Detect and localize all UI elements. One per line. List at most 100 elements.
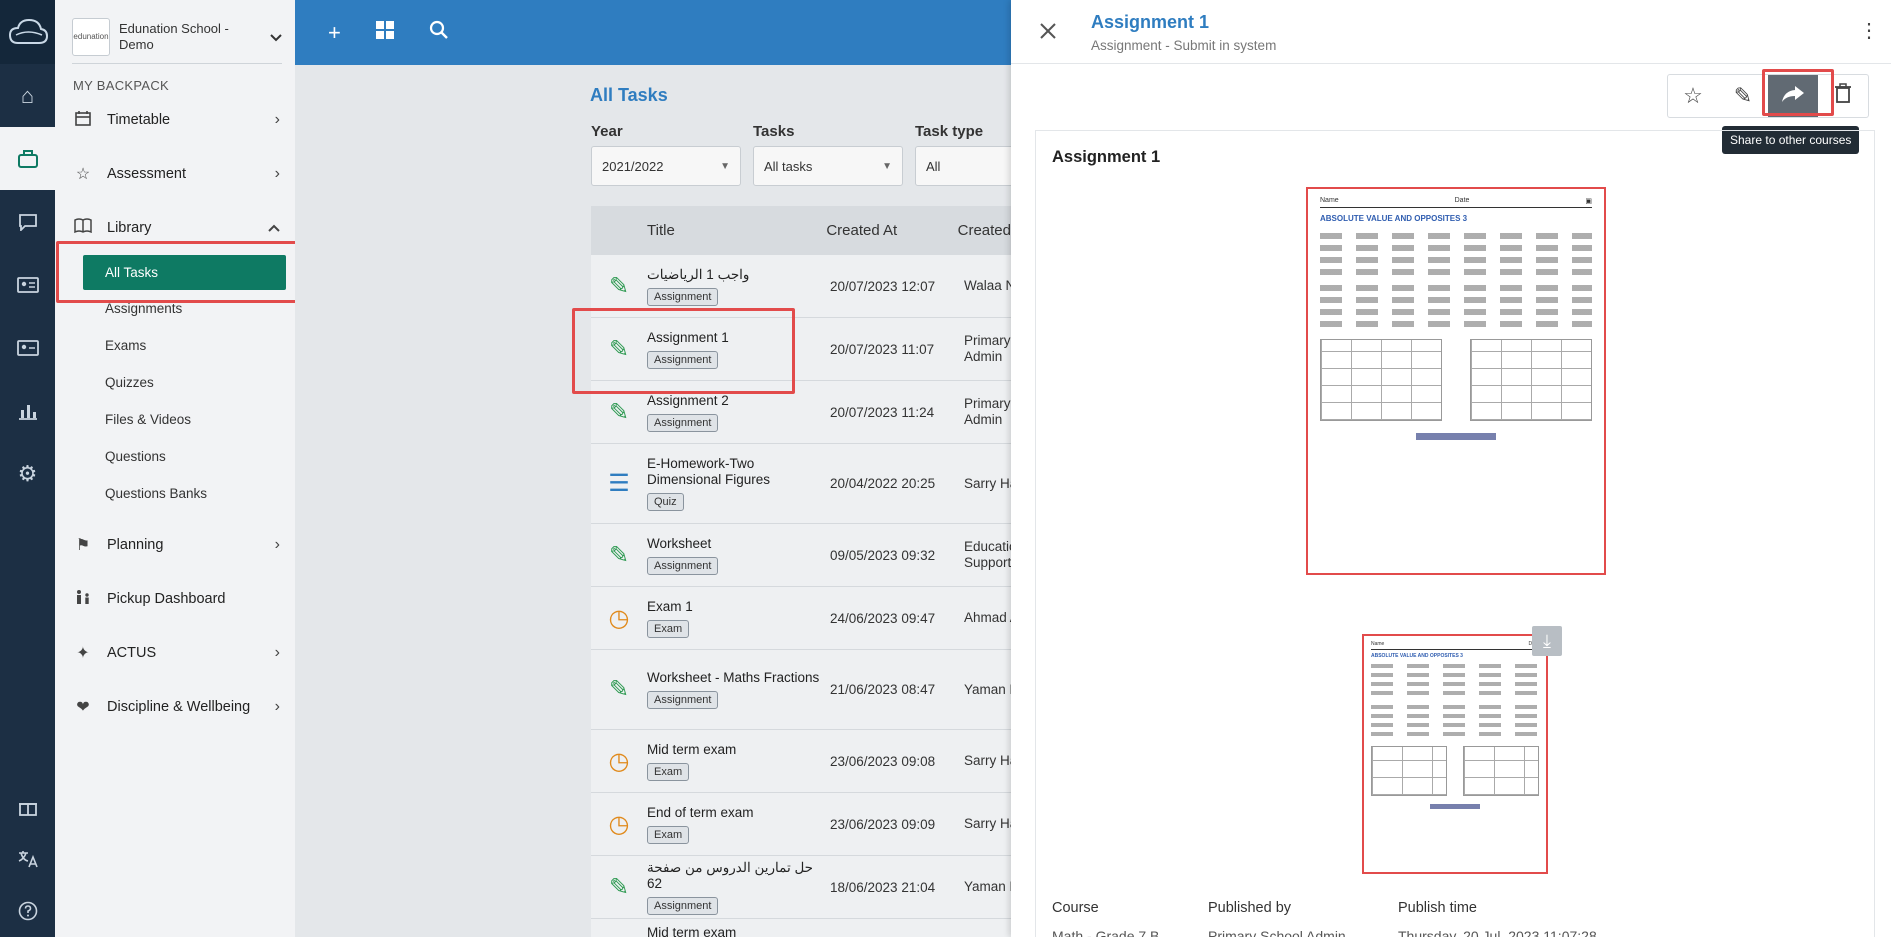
- briefcase-icon[interactable]: [0, 127, 55, 190]
- school-logo: edunation: [72, 17, 110, 56]
- task-creator: Ahmad A: [964, 610, 1011, 625]
- table-row[interactable]: ◷ End of term exam Exam 23/06/2023 09:09 …: [591, 793, 1011, 856]
- caret-down-icon: ▼: [720, 160, 730, 172]
- select-value: All: [926, 158, 941, 174]
- pencil-icon: ✎: [1733, 83, 1753, 108]
- sidebar-item-files-videos[interactable]: Files & Videos: [55, 401, 295, 438]
- task-type-badge: Assignment: [647, 350, 719, 369]
- table-row[interactable]: ✎ Worksheet - Maths Fractions Assignment …: [591, 650, 1011, 730]
- panel-toolbar: ☆ ✎: [1667, 74, 1869, 118]
- sidebar-item-all-tasks[interactable]: All Tasks: [83, 255, 286, 290]
- sidebar-item-assignments[interactable]: Assignments: [55, 290, 295, 327]
- task-date: 20/07/2023 11:07: [830, 341, 935, 357]
- chevron-up-icon: [268, 219, 280, 237]
- published-by-label: Published by: [1208, 900, 1292, 916]
- table-row[interactable]: ✎ Worksheet Assignment 09/05/2023 09:32 E…: [591, 524, 1011, 587]
- cloud-logo-icon[interactable]: [0, 0, 55, 64]
- sheet-date-label: Date: [1454, 197, 1470, 204]
- main-content: All Tasks Year 2021/2022 ▼ Tasks All tas…: [295, 65, 1015, 937]
- calendar-icon: [73, 110, 93, 131]
- worksheet-preview-large[interactable]: Name Date ▣ ABSOLUTE VALUE AND OPPOSITES…: [1306, 187, 1606, 575]
- sidebar-item-planning[interactable]: ⚑ Planning ›: [55, 518, 295, 572]
- sheet-tables: [1371, 746, 1539, 796]
- task-creator: Primary Admin: [964, 333, 1011, 364]
- table-row[interactable]: ◷ Mid term exam Exam 23/06/2023 09:08 Sar…: [591, 730, 1011, 793]
- sidebar-item-actus[interactable]: ✦ ACTUS ›: [55, 626, 295, 680]
- sheet-line: [1371, 664, 1539, 668]
- table-row[interactable]: ✎ Assignment 1 Assignment 20/07/2023 11:0…: [591, 318, 1011, 381]
- quiz-icon: ☰: [608, 470, 630, 497]
- task-date: 21/06/2023 08:47: [830, 682, 936, 697]
- school-switcher[interactable]: edunation Edunation School - Demo: [72, 10, 282, 64]
- task-type-badge: Assignment: [647, 413, 719, 432]
- table-row[interactable]: ✎ Assignment 2 Assignment 20/07/2023 11:2…: [591, 381, 1011, 444]
- table-row[interactable]: ✎ حل تمارين الدروس من صفحة 62 Assignment …: [591, 856, 1011, 919]
- sidebar-item-label: Library: [107, 220, 152, 236]
- table-row[interactable]: ◷ Exam 1 Exam 24/06/2023 09:47 Ahmad A: [591, 587, 1011, 650]
- task-creator: Sarry Ha: [964, 753, 1011, 768]
- table-row[interactable]: Mid term exam: [591, 919, 1011, 937]
- sheet-line: [1371, 682, 1539, 686]
- home-icon[interactable]: ⌂: [0, 64, 55, 127]
- task-creator: Sarry Ha: [964, 816, 1011, 831]
- sidebar-item-quizzes[interactable]: Quizzes: [55, 364, 295, 401]
- star-icon: ☆: [75, 166, 91, 183]
- contact-card-icon[interactable]: [0, 316, 55, 379]
- grid-icon[interactable]: [375, 20, 395, 46]
- table-row[interactable]: ☰ E-Homework-Two Dimensional Figures Quiz…: [591, 444, 1011, 524]
- translate-icon[interactable]: [0, 833, 55, 885]
- gift-icon[interactable]: [0, 781, 55, 833]
- bar-chart-icon[interactable]: [0, 379, 55, 442]
- column-header-created-by[interactable]: Created: [958, 222, 1011, 239]
- sidebar-item-assessment[interactable]: ☆ Assessment ›: [55, 147, 295, 201]
- sidebar-item-pickup-dashboard[interactable]: Pickup Dashboard: [55, 572, 295, 626]
- year-filter: Year 2021/2022 ▼: [591, 123, 741, 186]
- table-row[interactable]: ✎ واجب 1 الرياضيات Assignment 20/07/2023 …: [591, 255, 1011, 318]
- gear-icon[interactable]: ⚙: [0, 442, 55, 505]
- column-header-created-at[interactable]: Created At: [826, 222, 957, 239]
- year-select[interactable]: 2021/2022 ▼: [591, 146, 741, 186]
- more-vertical-icon[interactable]: ⋮: [1859, 18, 1879, 43]
- worksheet-preview-small[interactable]: Name Date ABSOLUTE VALUE AND OPPOSITES 3: [1362, 634, 1548, 874]
- filter-label: Year: [591, 123, 623, 140]
- search-icon[interactable]: [429, 20, 449, 46]
- assignment-icon: ✎: [608, 398, 630, 426]
- sidebar-item-questions[interactable]: Questions: [55, 438, 295, 475]
- panel-title[interactable]: Assignment 1: [1091, 12, 1209, 33]
- favorite-button[interactable]: ☆: [1668, 75, 1718, 117]
- help-icon[interactable]: [0, 885, 55, 937]
- tasks-filter: Tasks All tasks ▼: [753, 123, 903, 186]
- task-creator: Walaa N: [964, 278, 1011, 293]
- task-creator: Education Support: [964, 539, 1011, 570]
- sidebar-item-timetable[interactable]: Timetable ›: [55, 93, 295, 147]
- top-bar: +: [295, 0, 1011, 65]
- sheet-footer-logo: [1430, 804, 1480, 809]
- share-button[interactable]: [1768, 75, 1818, 117]
- sidebar-item-label: Pickup Dashboard: [107, 591, 226, 607]
- panel-subtitle: Assignment - Submit in system: [1091, 38, 1277, 53]
- task-type-badge: Exam: [647, 619, 690, 638]
- close-icon[interactable]: [1039, 20, 1057, 46]
- task-type-select[interactable]: All: [915, 146, 1015, 186]
- sheet-line: [1371, 714, 1539, 718]
- sidebar-item-questions-banks[interactable]: Questions Banks: [55, 475, 295, 512]
- tasks-select[interactable]: All tasks ▼: [753, 146, 903, 186]
- sidebar-item-exams[interactable]: Exams: [55, 327, 295, 364]
- id-card-icon[interactable]: [0, 253, 55, 316]
- chevron-right-icon: ›: [274, 644, 280, 661]
- sidebar-item-library[interactable]: Library: [55, 201, 295, 255]
- column-header-title[interactable]: Title: [647, 222, 826, 239]
- plus-icon[interactable]: +: [328, 20, 341, 46]
- edit-button[interactable]: ✎: [1718, 75, 1768, 117]
- sheet-name-label: Name: [1320, 197, 1339, 204]
- task-creator: Sarry Ha: [964, 475, 1011, 491]
- download-icon[interactable]: ⤓: [1532, 626, 1562, 656]
- task-type-badge: Exam: [647, 762, 690, 781]
- task-title: Mid term exam: [647, 925, 737, 937]
- sheet-logo-icon: ▣: [1585, 198, 1592, 205]
- delete-button[interactable]: [1818, 75, 1868, 117]
- sidebar-item-discipline[interactable]: ❤ Discipline & Wellbeing ›: [55, 680, 295, 734]
- select-value: All tasks: [764, 158, 813, 174]
- chat-icon[interactable]: [0, 190, 55, 253]
- sheet-line: [1371, 732, 1539, 736]
